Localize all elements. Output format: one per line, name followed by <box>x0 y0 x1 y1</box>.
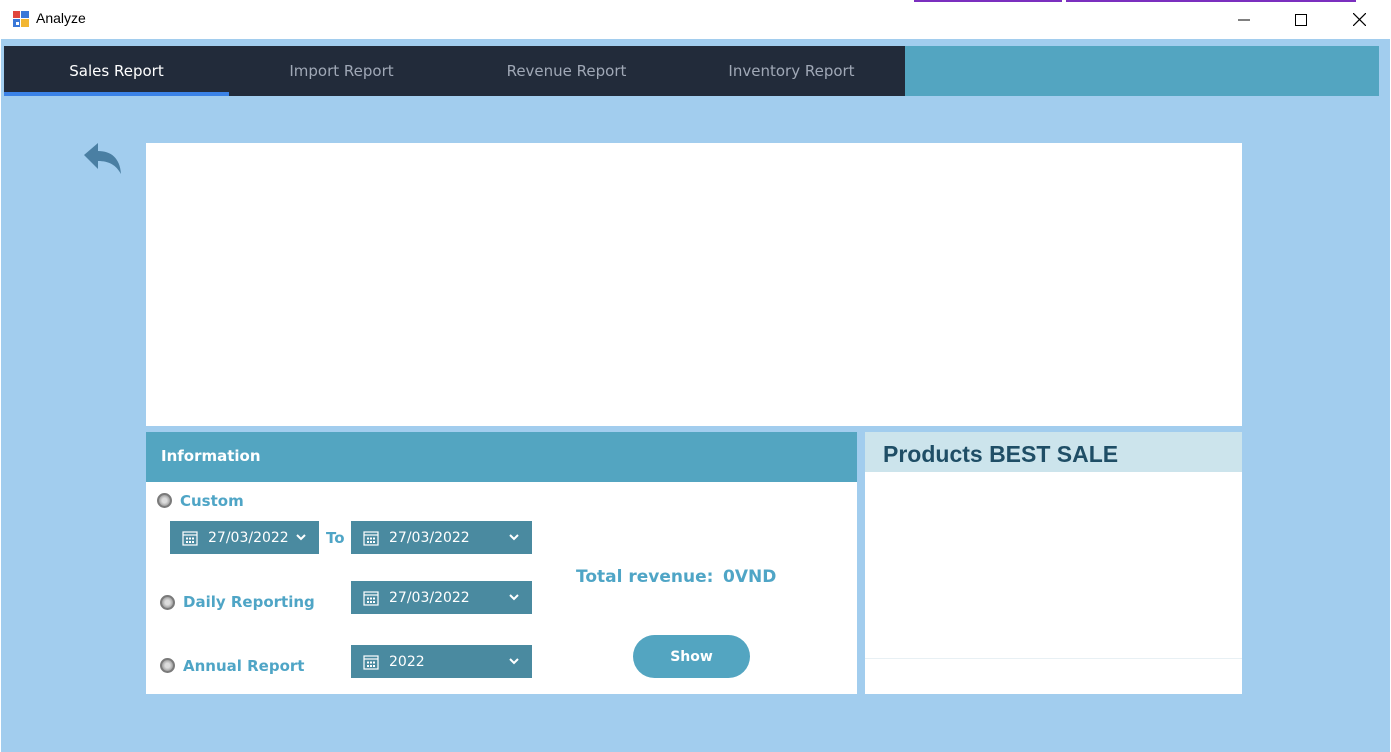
tab-import-report[interactable]: Import Report <box>229 46 454 96</box>
information-header: Information <box>146 432 857 482</box>
chevron-down-icon <box>509 658 519 665</box>
chevron-down-icon <box>509 534 519 541</box>
best-sale-panel: Products BEST SALE <box>865 432 1242 694</box>
daily-reporting-radio[interactable] <box>160 595 175 610</box>
close-icon <box>1352 13 1366 26</box>
maximize-icon <box>1295 13 1307 26</box>
reply-arrow-icon <box>84 143 121 174</box>
chart-area <box>146 143 1242 426</box>
calendar-icon <box>363 530 379 546</box>
calendar-icon <box>363 590 379 606</box>
window-title: Analyze <box>36 10 86 26</box>
calendar-icon <box>182 530 198 546</box>
best-sale-divider <box>865 658 1242 659</box>
app-icon <box>13 11 29 27</box>
custom-label[interactable]: Custom <box>180 492 244 510</box>
annual-year-value: 2022 <box>389 653 425 670</box>
minimize-icon <box>1238 19 1250 20</box>
custom-to-date-value: 27/03/2022 <box>389 529 470 546</box>
daily-date-value: 27/03/2022 <box>389 589 470 606</box>
annual-report-radio[interactable] <box>160 658 175 673</box>
chevron-down-icon <box>296 534 306 541</box>
top-accent-bar <box>914 0 1062 2</box>
total-revenue-label: Total revenue: <box>576 567 714 587</box>
close-button[interactable] <box>1330 0 1388 39</box>
tab-bar: Sales Report Import Report Revenue Repor… <box>4 46 1379 96</box>
best-sale-header: Products BEST SALE <box>865 432 1242 472</box>
maximize-button[interactable] <box>1272 0 1330 39</box>
annual-report-label[interactable]: Annual Report <box>183 657 304 675</box>
information-panel: Information Custom 27/03/2022 To 27/03/2… <box>146 432 857 694</box>
daily-date-picker[interactable]: 27/03/2022 <box>351 581 532 614</box>
tab-sales-report[interactable]: Sales Report <box>4 46 229 96</box>
main-window: Sales Report Import Report Revenue Repor… <box>1 39 1390 752</box>
custom-radio[interactable] <box>157 493 172 508</box>
custom-from-date-picker[interactable]: 27/03/2022 <box>170 521 319 554</box>
annual-year-picker[interactable]: 2022 <box>351 645 532 678</box>
tab-list: Sales Report Import Report Revenue Repor… <box>4 46 905 96</box>
title-bar: Analyze <box>0 0 1391 39</box>
daily-reporting-label[interactable]: Daily Reporting <box>183 593 315 611</box>
information-title: Information <box>161 447 261 465</box>
total-revenue-value: 0VND <box>723 567 777 587</box>
back-button[interactable] <box>81 140 123 176</box>
show-button[interactable]: Show <box>633 635 750 678</box>
custom-to-date-picker[interactable]: 27/03/2022 <box>351 521 532 554</box>
best-sale-title: Products BEST SALE <box>883 441 1119 467</box>
tab-inventory-report[interactable]: Inventory Report <box>679 46 904 96</box>
calendar-icon <box>363 654 379 670</box>
minimize-button[interactable] <box>1215 0 1273 39</box>
to-label: To <box>326 529 345 547</box>
custom-from-date-value: 27/03/2022 <box>208 529 289 546</box>
chevron-down-icon <box>509 594 519 601</box>
tab-revenue-report[interactable]: Revenue Report <box>454 46 679 96</box>
